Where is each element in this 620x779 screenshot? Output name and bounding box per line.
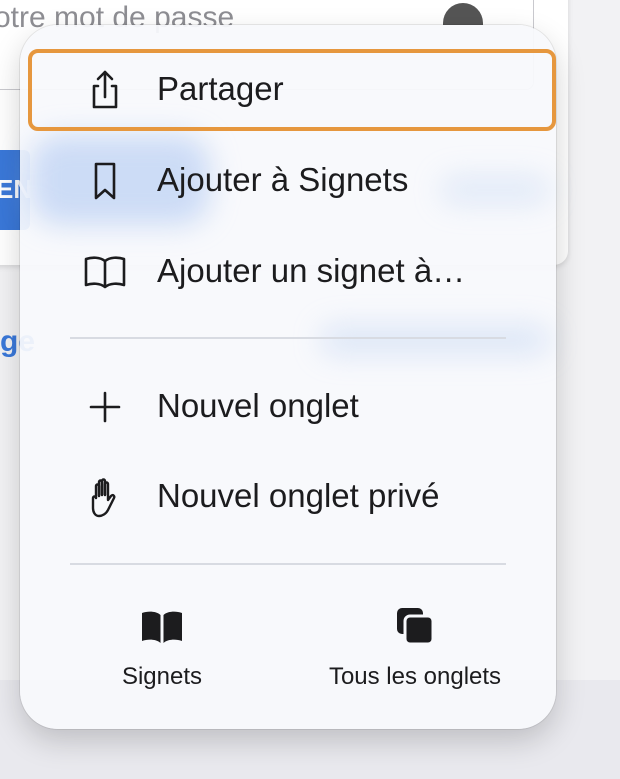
bookmarks-label: Signets bbox=[121, 663, 203, 690]
book-icon bbox=[84, 256, 126, 289]
book-filled-icon bbox=[142, 611, 182, 643]
menu-item-label: Ajouter à Signets bbox=[157, 161, 409, 199]
tabs-icon bbox=[397, 608, 435, 646]
menu-item-new-private-tab[interactable]: Nouvel onglet privé bbox=[20, 452, 556, 542]
bookmark-icon bbox=[94, 162, 116, 200]
plus-icon bbox=[89, 391, 121, 423]
hand-icon bbox=[91, 478, 116, 518]
share-icon bbox=[92, 70, 118, 109]
menu-item-new-tab[interactable]: Nouvel onglet bbox=[20, 362, 556, 452]
show-password-icon[interactable] bbox=[443, 3, 483, 25]
menu-divider bbox=[70, 337, 506, 339]
menu-item-add-bookmark[interactable]: Ajouter à Signets bbox=[20, 136, 556, 226]
menu-item-share[interactable]: Partager bbox=[20, 45, 556, 135]
menu-item-label: Nouvel onglet bbox=[157, 387, 359, 425]
menu-item-label: Partager bbox=[157, 70, 284, 108]
context-menu: Partager Ajouter à Signets Ajouter un si… bbox=[20, 25, 556, 729]
all-tabs-label: Tous les onglets bbox=[328, 663, 502, 690]
menu-item-label: Ajouter un signet à… bbox=[157, 252, 466, 290]
bookmarks-button[interactable]: Signets bbox=[60, 593, 264, 703]
menu-item-label: Nouvel onglet privé bbox=[157, 477, 440, 515]
all-tabs-button[interactable]: Tous les onglets bbox=[304, 593, 526, 703]
menu-divider bbox=[70, 563, 506, 565]
backdrop-blur bbox=[320, 325, 550, 355]
menu-item-add-bookmark-to[interactable]: Ajouter un signet à… bbox=[20, 227, 556, 317]
